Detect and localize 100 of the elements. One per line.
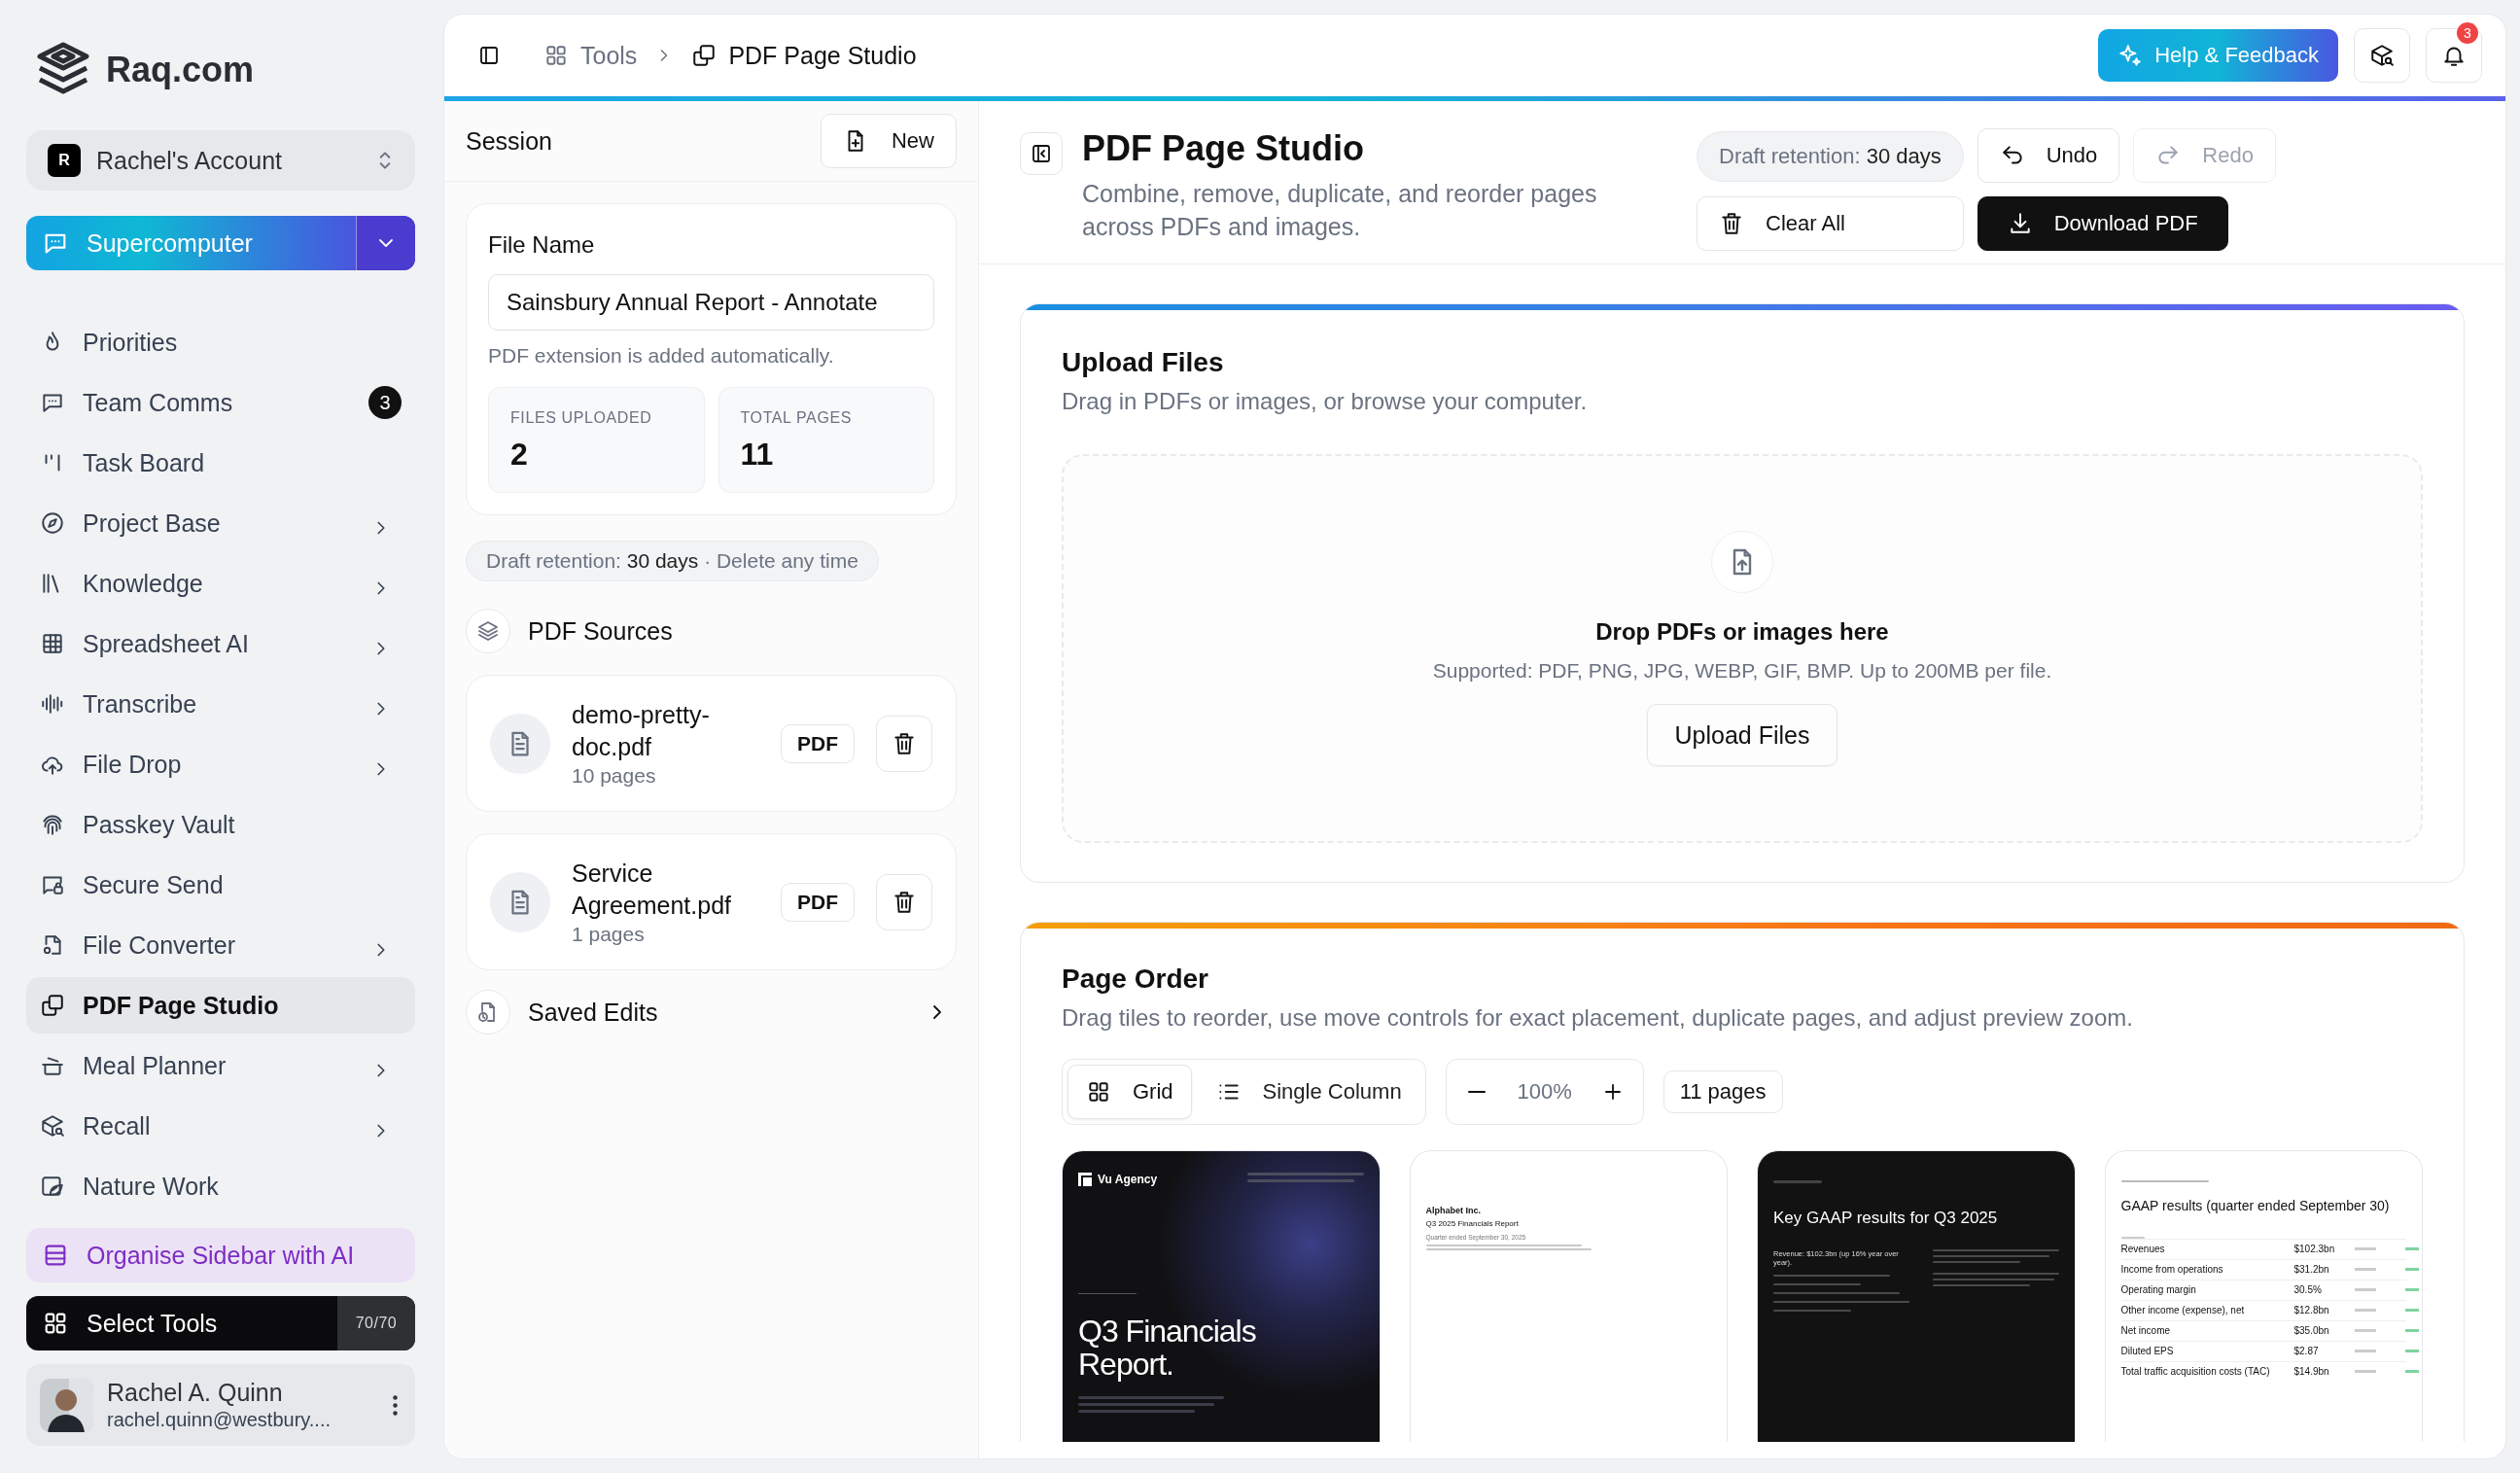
sparkle-icon: [2118, 43, 2144, 68]
sidebar-item[interactable]: Knowledge: [26, 555, 415, 612]
sidebar-item[interactable]: Priorities: [26, 314, 415, 370]
table-cell-text: Other income (expense), net: [2120, 1305, 2246, 1315]
table-cell-text: $35.0bn: [2293, 1325, 2330, 1336]
sidebar-toggle-icon: [477, 44, 501, 67]
brand-name: Raq.com: [106, 50, 255, 90]
file-type-tag: PDF: [781, 882, 855, 922]
trash-icon: [892, 889, 917, 915]
sidebar-item[interactable]: Transcribe: [26, 676, 415, 732]
sidebar-item[interactable]: PDF Page Studio: [26, 977, 415, 1034]
minus-icon: [1467, 1091, 1486, 1093]
card-title: Upload Files: [1062, 347, 1225, 378]
card-subtitle: Drag in PDFs or images, or browse your computer.: [1062, 388, 1589, 415]
undo-button[interactable]: Undo: [1977, 128, 2120, 183]
delete-button[interactable]: [876, 715, 932, 772]
view-tab[interactable]: Grid: [1068, 1065, 1192, 1119]
supported-formats: Supported: PDF, PNG, JPG, WEBP, GIF, BMP. Up to 200MB per file.: [1432, 659, 2052, 683]
breadcrumb-link[interactable]: Tools: [543, 41, 638, 70]
upload-files-button[interactable]: Upload Files: [1646, 704, 1838, 766]
new-button[interactable]: New: [821, 114, 957, 168]
table-cell-text: Net income: [2120, 1325, 2172, 1336]
stat-value: 2: [510, 437, 529, 473]
text-lines-drawing: [2354, 1309, 2422, 1312]
page-thumbnail[interactable]: Vu Agency Q3 Financials Report.: [1062, 1150, 1381, 1442]
table-cell-text: Income from operations: [2120, 1264, 2224, 1275]
page-heading: Alphabet Inc.: [1425, 1206, 1482, 1215]
table-cell-text: $14.9bn: [2293, 1366, 2330, 1377]
clear-button[interactable]: Clear All: [1697, 196, 1964, 251]
sidebar-item[interactable]: Project Base: [26, 495, 415, 551]
leaf-file-icon: [40, 1174, 65, 1199]
page-count: 1 pages: [572, 923, 646, 946]
panel-left-icon: [1030, 142, 1053, 165]
retention-note: Draft retention: 30 days: [1697, 131, 1964, 182]
collapse-panel-button[interactable]: [1020, 132, 1063, 175]
cover-title: Q3 Financials Report.: [1078, 1315, 1257, 1382]
select-tools-button[interactable]: Select Tools 70/70: [26, 1296, 415, 1350]
sidebar-item[interactable]: Team Comms 3: [26, 374, 415, 431]
table-cell-text: $2.87: [2293, 1346, 2320, 1356]
sidebar-item[interactable]: Nature Work: [26, 1158, 415, 1214]
page-subtitle: Combine, remove, duplicate, and reorder pages across PDFs and images.: [1082, 179, 1598, 242]
file-name-field[interactable]: Sainsbury Annual Report - Annotate: [488, 274, 934, 331]
box-search-icon: [2369, 43, 2395, 68]
account-switcher[interactable]: R Rachel's Account: [26, 130, 415, 191]
section-title: PDF Sources: [528, 616, 673, 646]
page-count-badge: 11 pages: [1662, 1070, 1783, 1113]
tool-count: 70/70: [337, 1296, 415, 1350]
trash-icon: [1719, 211, 1744, 236]
table-icon: [40, 631, 65, 656]
user-name: Rachel A. Quinn: [107, 1379, 284, 1407]
sidebar-item[interactable]: Meal Planner: [26, 1037, 415, 1094]
copy-icon: [691, 43, 718, 68]
logo-icon: [1078, 1173, 1092, 1186]
file-name: demo-pretty-doc.pdf: [572, 700, 711, 762]
table-cell-text: Diluted EPS: [2120, 1346, 2175, 1356]
stat-label: TOTAL PAGES: [740, 409, 853, 427]
panel-title: Session: [466, 126, 552, 156]
sidebar-item[interactable]: Recall: [26, 1098, 415, 1154]
view-tab[interactable]: Single Column: [1197, 1065, 1420, 1119]
sidebar-item[interactable]: File Drop: [26, 736, 415, 792]
table-cell-text: Operating margin: [2120, 1284, 2197, 1295]
page-count: 10 pages: [572, 764, 657, 788]
sidebar-item[interactable]: Task Board: [26, 435, 415, 491]
download-button[interactable]: Download PDF: [1977, 196, 2228, 251]
text-lines-drawing: [2354, 1268, 2422, 1271]
sidebar-item[interactable]: Spreadsheet AI: [26, 615, 415, 672]
retention-note: Draft retention: 30 days · Delete any time: [466, 541, 879, 581]
user-card[interactable]: Rachel A. Quinn rachel.quinn@westbury....: [26, 1364, 415, 1446]
sidebar-item[interactable]: File Converter: [26, 917, 415, 973]
card-title: Page Order: [1062, 964, 1209, 995]
compass-icon: [40, 510, 65, 536]
source-file-card[interactable]: demo-pretty-doc.pdf 10 pages PDF: [466, 675, 957, 812]
sidebar-item[interactable]: Secure Send: [26, 857, 415, 913]
source-file-card[interactable]: Service Agreement.pdf 1 pages PDF: [466, 833, 957, 970]
page-title: PDF Page Studio: [1082, 128, 1366, 169]
text-lines-drawing: [2120, 1236, 2145, 1239]
organise-sidebar-button[interactable]: Organise Sidebar with AI: [26, 1228, 415, 1282]
box-search-icon: [40, 1113, 65, 1139]
grid-icon: [1086, 1079, 1111, 1105]
table-cell-text: Revenues: [2120, 1244, 2166, 1254]
sidebar-item[interactable]: Passkey Vault: [26, 796, 415, 853]
page-heading: Key GAAP results for Q3 2025: [1773, 1209, 1999, 1228]
table-cell-text: $31.2bn: [2293, 1264, 2330, 1275]
text-lines-drawing: [2354, 1329, 2422, 1332]
page-heading: GAAP results (quarter ended September 30): [2120, 1198, 2391, 1215]
saved-edits-row[interactable]: Saved Edits: [466, 990, 957, 1035]
text-lines-drawing: [2354, 1288, 2422, 1291]
table-cell-text: $102.3bn: [2293, 1244, 2336, 1254]
page-thumbnail[interactable]: [2104, 1150, 2423, 1442]
delete-button[interactable]: [876, 873, 932, 930]
breadcrumb-current: PDF Page Studio: [691, 41, 917, 70]
field-hint: PDF extension is added automatically.: [488, 344, 835, 368]
trash-icon: [892, 730, 917, 756]
waveform-icon: [40, 691, 65, 717]
box-search-button[interactable]: [2354, 28, 2410, 83]
copy-icon: [40, 993, 65, 1018]
table-cell-text: $12.8bn: [2293, 1305, 2330, 1315]
drop-zone[interactable]: Drop PDFs or images here Supported: PDF, PNG, JPG, WEBP, GIF, BMP. Up to 200MB per file. Upload Files: [1062, 454, 2423, 843]
text-lines-drawing: [2354, 1350, 2422, 1352]
table-cell-text: 30.5%: [2293, 1284, 2323, 1295]
